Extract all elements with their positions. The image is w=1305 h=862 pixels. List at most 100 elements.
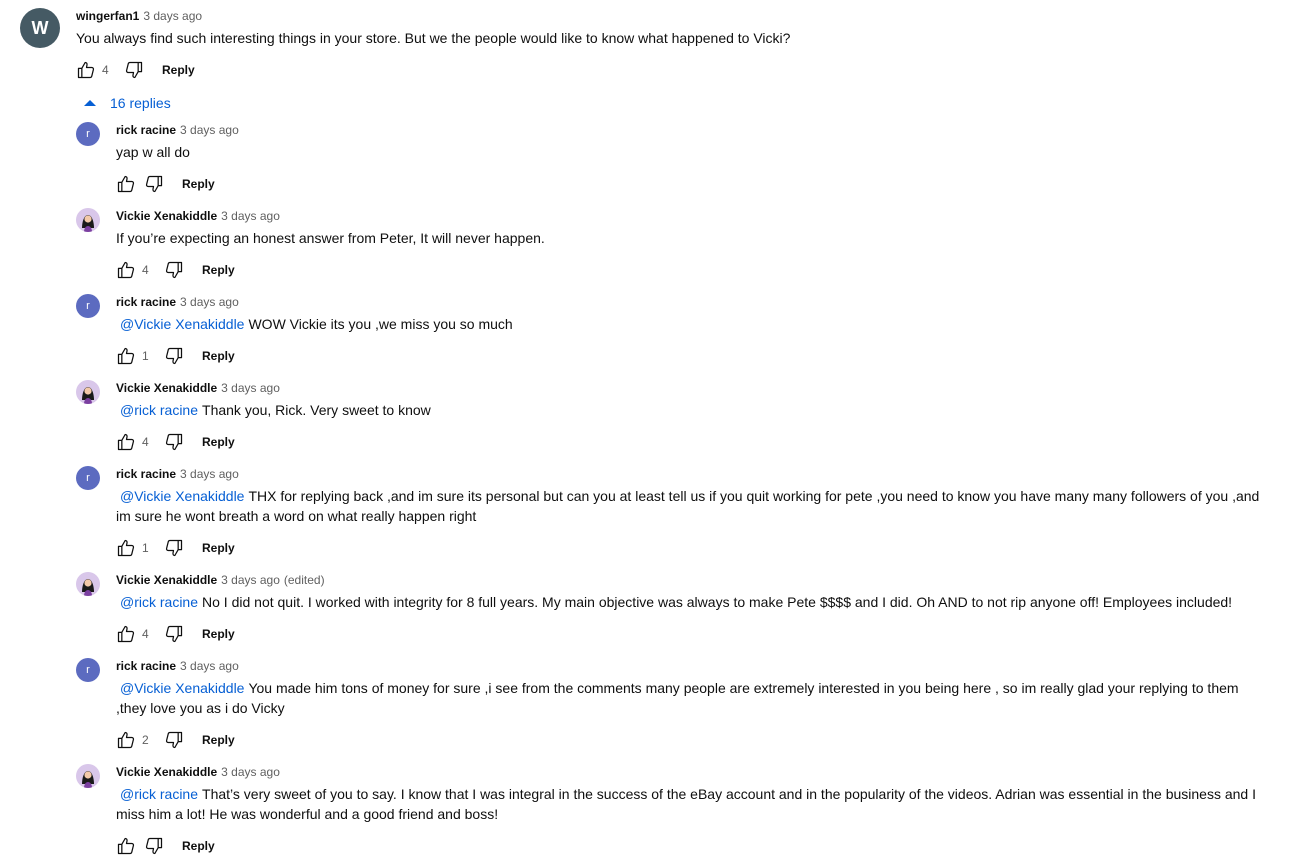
comment-text: @Vickie Xenakiddle THX for replying back … — [116, 486, 1261, 526]
comment-body: rick racine 3 days ago @Vickie Xenakiddle… — [116, 466, 1261, 564]
comment-text-body: yap w all do — [116, 144, 190, 160]
reply-button[interactable]: Reply — [202, 733, 235, 747]
thumbs-down-icon[interactable] — [144, 174, 164, 194]
reply-button[interactable]: Reply — [202, 541, 235, 555]
thumbs-down-icon[interactable] — [164, 538, 184, 558]
comment-text-body: You made him tons of money for sure ,i s… — [116, 680, 1239, 716]
comment-header: rick racine 3 days ago — [116, 466, 1261, 482]
thumbs-down-icon[interactable] — [164, 432, 184, 452]
comment-text-body: That’s very sweet of you to say. I know … — [116, 786, 1256, 822]
thumbs-up-icon[interactable] — [116, 538, 136, 558]
comment-body: Vickie Xenakiddle 3 days ago If you’re ex… — [116, 208, 1261, 286]
avatar[interactable] — [76, 572, 100, 596]
comment-time[interactable]: 3 days ago — [221, 381, 280, 395]
edited-label: (edited) — [283, 573, 325, 587]
avatar[interactable]: r — [76, 294, 100, 318]
thumbs-up-icon[interactable] — [116, 730, 136, 750]
reply-button[interactable]: Reply — [202, 627, 235, 641]
avatar[interactable]: r — [76, 658, 100, 682]
comment-author[interactable]: rick racine — [116, 295, 176, 309]
comment-text: If you’re expecting an honest answer fro… — [116, 228, 1261, 248]
mention-link[interactable]: @rick racine — [120, 402, 198, 418]
comment-header: wingerfan1 3 days ago — [76, 8, 1276, 24]
comment-body: rick racine 3 days ago @Vickie Xenakiddle… — [116, 658, 1261, 756]
reply-button[interactable]: Reply — [162, 63, 195, 77]
comment-time[interactable]: 3 days ago — [221, 765, 280, 779]
mention-link[interactable]: @Vickie Xenakiddle — [120, 680, 244, 696]
comment-header: Vickie Xenakiddle 3 days ago — [116, 208, 1261, 224]
thumbs-up-icon[interactable] — [116, 432, 136, 452]
cartoon-avatar-icon — [76, 764, 100, 788]
comment-author[interactable]: Vickie Xenakiddle — [116, 381, 217, 395]
thumbs-up-icon[interactable] — [116, 624, 136, 644]
reply-button[interactable]: Reply — [202, 263, 235, 277]
comment-text: @rick racine No I did not quit. I worked … — [116, 592, 1261, 612]
replies-toggle-button[interactable]: 16 replies — [80, 94, 171, 112]
thumbs-down-icon[interactable] — [164, 346, 184, 366]
comment-time[interactable]: 3 days ago — [180, 295, 239, 309]
like-count: 4 — [102, 63, 109, 77]
comment-actions: 2 Reply — [116, 724, 1261, 756]
like-count: 4 — [142, 627, 149, 641]
comment-body: rick racine 3 days ago yap w all do Reply — [116, 122, 1261, 200]
reply-button[interactable]: Reply — [202, 349, 235, 363]
comment-time[interactable]: 3 days ago — [180, 123, 239, 137]
reply-button[interactable]: Reply — [202, 435, 235, 449]
avatar[interactable] — [76, 208, 100, 232]
comment-author[interactable]: Vickie Xenakiddle — [116, 209, 217, 223]
thumbs-up-icon[interactable] — [116, 174, 136, 194]
comment-actions: 4 Reply — [76, 54, 1276, 86]
comment-text-body: No I did not quit. I worked with integri… — [202, 594, 1233, 610]
thumbs-up-icon[interactable] — [76, 60, 96, 80]
thumbs-down-icon[interactable] — [164, 624, 184, 644]
comment-header: rick racine 3 days ago — [116, 294, 1261, 310]
comment-author[interactable]: rick racine — [116, 659, 176, 673]
avatar[interactable]: r — [76, 466, 100, 490]
comment-text: @Vickie Xenakiddle You made him tons of m… — [116, 678, 1261, 718]
comment-header: Vickie Xenakiddle 3 days ago — [116, 380, 1261, 396]
mention-link[interactable]: @rick racine — [120, 786, 198, 802]
comment-text: @rick racine That’s very sweet of you to … — [116, 784, 1261, 824]
cartoon-avatar-icon — [76, 572, 100, 596]
comment-text-body: THX for replying back ,and im sure its p… — [116, 488, 1260, 524]
comment-text: @Vickie Xenakiddle WOW Vickie its you ,we… — [116, 314, 1261, 334]
comment-text-body: WOW Vickie its you ,we miss you so much — [248, 316, 513, 332]
comment-actions: 4 Reply — [116, 618, 1261, 650]
thumbs-down-icon[interactable] — [144, 836, 164, 856]
like-count: 4 — [142, 263, 149, 277]
comment-actions: 1 Reply — [116, 532, 1261, 564]
avatar[interactable] — [76, 380, 100, 404]
comment-time[interactable]: 3 days ago — [180, 659, 239, 673]
mention-link[interactable]: @Vickie Xenakiddle — [120, 488, 244, 504]
comment-author[interactable]: rick racine — [116, 123, 176, 137]
comment-time[interactable]: 3 days ago — [221, 573, 280, 587]
like-count: 4 — [142, 435, 149, 449]
comment-time[interactable]: 3 days ago — [143, 9, 202, 23]
thumbs-down-icon[interactable] — [164, 730, 184, 750]
mention-link[interactable]: @Vickie Xenakiddle — [120, 316, 244, 332]
reply-button[interactable]: Reply — [182, 839, 215, 853]
comment-text-body: If you’re expecting an honest answer fro… — [116, 230, 545, 246]
avatar[interactable]: r — [76, 122, 100, 146]
comment-author[interactable]: wingerfan1 — [76, 9, 139, 23]
comment-text: You always find such interesting things … — [76, 30, 791, 46]
reply-button[interactable]: Reply — [182, 177, 215, 191]
thumbs-down-icon[interactable] — [124, 60, 144, 80]
thumbs-up-icon[interactable] — [116, 346, 136, 366]
cartoon-avatar-icon — [76, 208, 100, 232]
comment-time[interactable]: 3 days ago — [180, 467, 239, 481]
thumbs-up-icon[interactable] — [116, 836, 136, 856]
thumbs-down-icon[interactable] — [164, 260, 184, 280]
comment-author[interactable]: rick racine — [116, 467, 176, 481]
avatar[interactable] — [76, 764, 100, 788]
comment-header: Vickie Xenakiddle 3 days ago (edited) — [116, 572, 1261, 588]
avatar[interactable]: W — [20, 8, 60, 48]
comment-actions: 4 Reply — [116, 254, 1261, 286]
thumbs-up-icon[interactable] — [116, 260, 136, 280]
comment-actions: Reply — [116, 830, 1261, 862]
mention-link[interactable]: @rick racine — [120, 594, 198, 610]
comment-author[interactable]: Vickie Xenakiddle — [116, 765, 217, 779]
comment-text: @rick racine Thank you, Rick. Very sweet … — [116, 400, 1261, 420]
comment-time[interactable]: 3 days ago — [221, 209, 280, 223]
comment-author[interactable]: Vickie Xenakiddle — [116, 573, 217, 587]
